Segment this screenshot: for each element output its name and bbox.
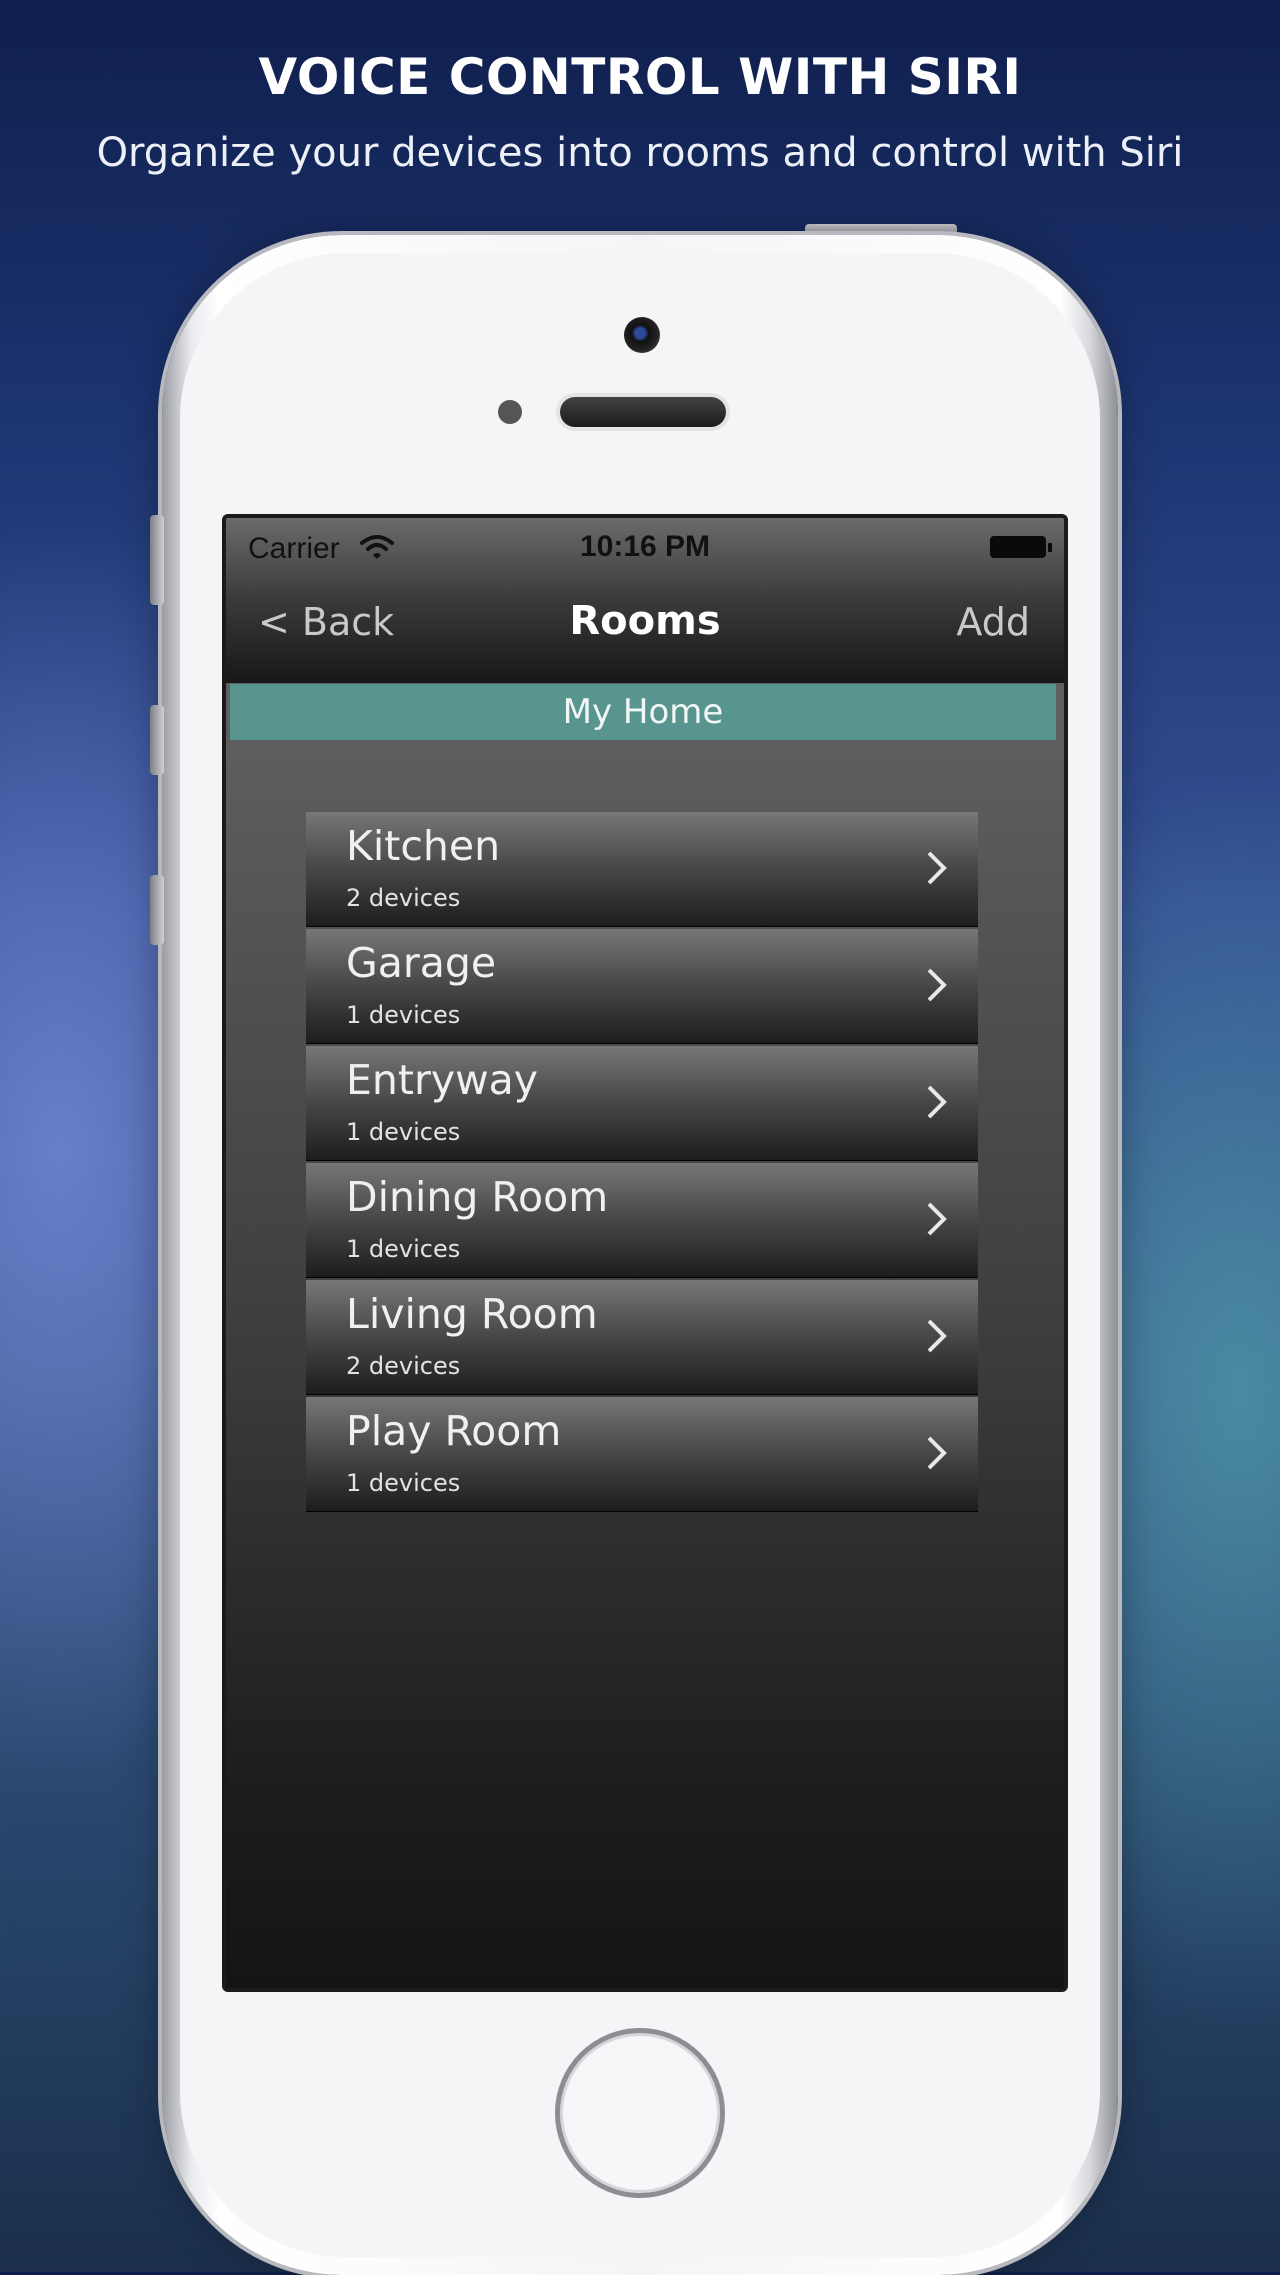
navigation-bar: Carrier 10:16 PM < Back Rooms Add	[226, 518, 1064, 683]
room-name: Living Room	[346, 1290, 598, 1338]
promo-title: VOICE CONTROL WITH SIRI	[258, 48, 1022, 106]
chevron-right-icon	[926, 1435, 948, 1475]
page-title: Rooms	[569, 598, 721, 644]
list-item[interactable]: Kitchen 2 devices	[306, 812, 978, 926]
front-camera	[624, 317, 660, 353]
chevron-right-icon	[926, 1084, 948, 1124]
status-bar: Carrier 10:16 PM	[226, 518, 1064, 578]
list-item[interactable]: Living Room 2 devices	[306, 1280, 978, 1394]
status-time: 10:16 PM	[579, 530, 711, 563]
room-name: Play Room	[346, 1407, 562, 1455]
list-item[interactable]: Dining Room 1 devices	[306, 1163, 978, 1277]
home-name-bar[interactable]: My Home	[230, 684, 1056, 740]
add-room-button[interactable]: Add	[956, 600, 1030, 644]
home-button[interactable]	[555, 2028, 725, 2198]
room-name: Dining Room	[346, 1173, 609, 1221]
room-device-count: 2 devices	[346, 1352, 461, 1380]
chevron-right-icon	[926, 850, 948, 890]
volume-down-button	[150, 875, 164, 945]
room-device-count: 1 devices	[346, 1235, 461, 1263]
room-name: Garage	[346, 939, 497, 987]
room-name: Kitchen	[346, 822, 501, 870]
list-item[interactable]: Garage 1 devices	[306, 929, 978, 1043]
list-item[interactable]: Play Room 1 devices	[306, 1397, 978, 1511]
chevron-right-icon	[926, 967, 948, 1007]
mute-switch	[150, 515, 164, 605]
room-device-count: 1 devices	[346, 1469, 461, 1497]
room-list: Kitchen 2 devices Garage 1 devices Entry…	[306, 812, 978, 1514]
room-device-count: 1 devices	[346, 1118, 461, 1146]
room-name: Entryway	[346, 1056, 539, 1104]
chevron-right-icon	[926, 1318, 948, 1358]
proximity-sensor	[498, 400, 522, 424]
room-device-count: 1 devices	[346, 1001, 461, 1029]
earpiece-speaker	[560, 397, 726, 427]
promo-subtitle: Organize your devices into rooms and con…	[96, 130, 1184, 176]
volume-up-button	[150, 705, 164, 775]
list-item[interactable]: Entryway 1 devices	[306, 1046, 978, 1160]
app-screen: Carrier 10:16 PM < Back Rooms Add My Hom…	[222, 514, 1068, 1992]
chevron-right-icon	[926, 1201, 948, 1241]
room-device-count: 2 devices	[346, 884, 461, 912]
battery-icon	[990, 536, 1052, 558]
